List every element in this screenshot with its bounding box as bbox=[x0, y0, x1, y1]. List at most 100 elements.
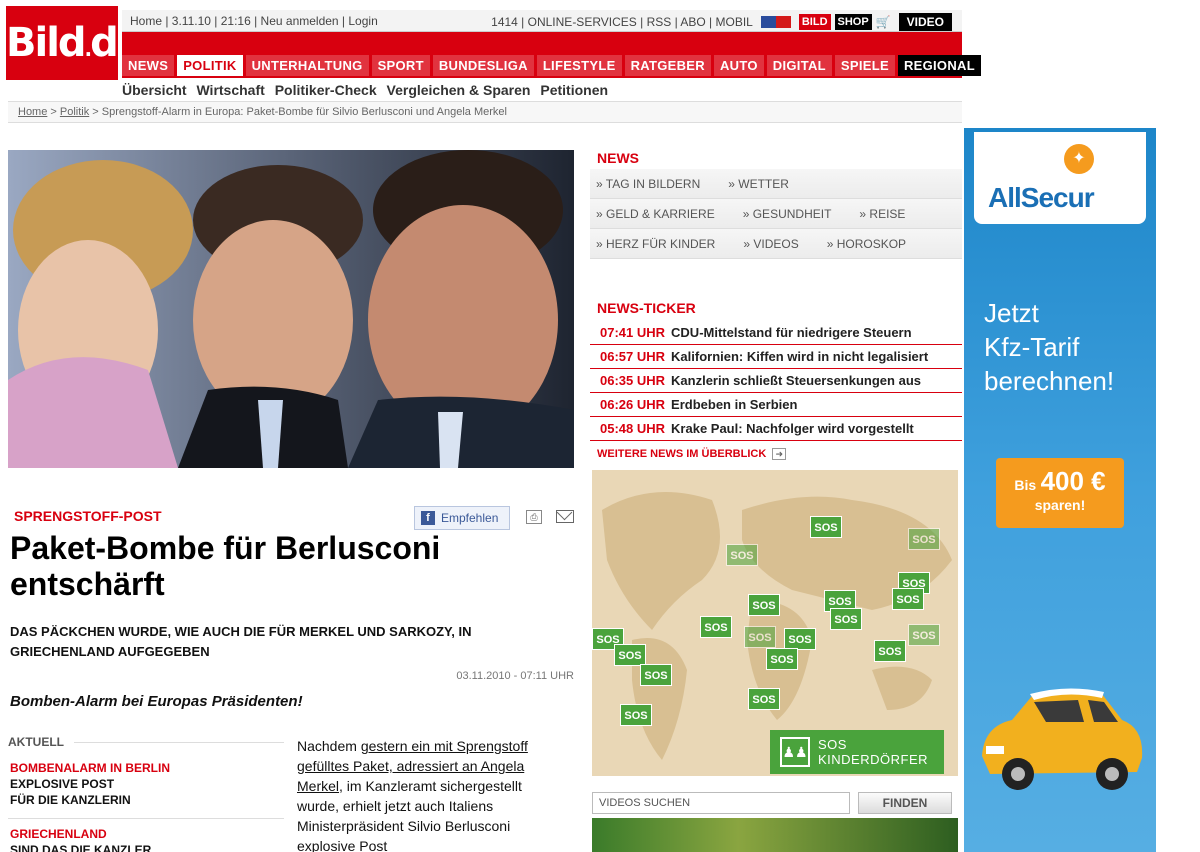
sos-pin: SOS bbox=[908, 624, 940, 646]
like-label: Empfehlen bbox=[441, 511, 499, 525]
arrow-right-icon: ➜ bbox=[772, 448, 787, 460]
sos-pin: SOS bbox=[744, 626, 776, 648]
ad-claim-line: Kfz-Tarif bbox=[984, 332, 1080, 362]
aktuell-divider bbox=[74, 742, 284, 743]
body-text: Nachdem bbox=[297, 738, 361, 754]
promo-amount: 400 € bbox=[1040, 466, 1106, 496]
nav-lifestyle[interactable]: LIFESTYLE bbox=[536, 55, 622, 76]
ad-claim: Jetzt Kfz-Tarif berechnen! bbox=[984, 296, 1144, 398]
topbar-right: 1414 | ONLINE-SERVICES | RSS | ABO | MOB… bbox=[491, 13, 952, 31]
subnav-wirtschaft[interactable]: Wirtschaft bbox=[196, 82, 264, 98]
news-link[interactable]: » GESUNDHEIT bbox=[743, 207, 832, 221]
sos-pin: SOS bbox=[874, 640, 906, 662]
sos-brand-badge[interactable]: ♟♟ SOS KINDERDÖRFER bbox=[770, 730, 944, 774]
subnav-vergleichen[interactable]: Vergleichen & Sparen bbox=[387, 82, 531, 98]
news-link[interactable]: » TAG IN BILDERN bbox=[596, 177, 700, 191]
sos-pin: SOS bbox=[830, 608, 862, 630]
sos-pin: SOS bbox=[700, 616, 732, 638]
allsecur-ad-banner[interactable]: ✦ AllSecur Jetzt Kfz-Tarif berechnen! Bi… bbox=[964, 128, 1156, 852]
facebook-icon: f bbox=[421, 511, 435, 525]
news-link[interactable]: » REISE bbox=[859, 207, 905, 221]
ticker-item[interactable]: 06:26 UHR Erdbeben in Serbien bbox=[590, 393, 962, 417]
topbar-left-links[interactable]: Home | 3.11.10 | 21:16 | Neu anmelden | … bbox=[130, 14, 378, 28]
allsecur-logo-box: ✦ AllSecur bbox=[974, 132, 1146, 224]
sos-pin: SOS bbox=[620, 704, 652, 726]
aktuell-kicker: BOMBENALARM IN BERLIN bbox=[10, 761, 170, 775]
bild-logo[interactable]: Bild.de bbox=[6, 6, 144, 80]
ticker-time: 06:57 UHR bbox=[600, 349, 666, 364]
video-link[interactable]: VIDEO bbox=[898, 13, 952, 31]
print-icon[interactable]: ⎙ bbox=[526, 510, 542, 524]
article-body: Nachdem gestern ein mit Sprengstoff gefü… bbox=[297, 736, 567, 852]
nav-unterhaltung[interactable]: UNTERHALTUNG bbox=[245, 55, 369, 76]
aktuell-divider bbox=[8, 818, 284, 819]
breadcrumb: Home > Politik > Sprengstoff-Alarm in Eu… bbox=[8, 101, 962, 123]
nav-politik[interactable]: POLITIK bbox=[177, 55, 243, 76]
nav-sport[interactable]: SPORT bbox=[371, 55, 430, 76]
breadcrumb-sep: > bbox=[47, 106, 60, 118]
nav-news[interactable]: NEWS bbox=[122, 55, 175, 76]
ticker-item[interactable]: 06:35 UHR Kanzlerin schließt Steuersenku… bbox=[590, 369, 962, 393]
ticker-item[interactable]: 06:57 UHR Kalifornien: Kiffen wird in ni… bbox=[590, 345, 962, 369]
ticker-item[interactable]: 07:41 UHR CDU-Mittelstand für niedrigere… bbox=[590, 321, 962, 345]
ticker-time: 06:26 UHR bbox=[600, 397, 666, 412]
logo-main: Bild bbox=[6, 20, 87, 66]
ticker-text: Erdbeben in Serbien bbox=[671, 397, 798, 412]
article-kicker: SPRENGSTOFF-POST bbox=[14, 508, 162, 524]
bild-shop-red[interactable]: BILD bbox=[798, 14, 831, 30]
news-link[interactable]: » GELD & KARRIERE bbox=[596, 207, 715, 221]
ad-promo-button[interactable]: Bis 400 € sparen! bbox=[996, 458, 1124, 528]
sos-pin: SOS bbox=[614, 644, 646, 666]
ticker-text: Krake Paul: Nachfolger wird vorgestellt bbox=[671, 421, 914, 436]
ticker-item[interactable]: 05:48 UHR Krake Paul: Nachfolger wird vo… bbox=[590, 417, 962, 441]
nav-spiele[interactable]: SPIELE bbox=[834, 55, 895, 76]
topbar-services[interactable]: 1414 | ONLINE-SERVICES | RSS | ABO | MOB… bbox=[491, 15, 753, 29]
sos-pin: SOS bbox=[766, 648, 798, 670]
aktuell-item[interactable]: GRIECHENLAND SIND DAS DIE KANZLER bbox=[10, 826, 280, 852]
bild-shop-black[interactable]: SHOP bbox=[834, 14, 872, 30]
subnav-politiker-check[interactable]: Politiker-Check bbox=[275, 82, 377, 98]
cart-icon[interactable]: 🛒 bbox=[876, 15, 891, 29]
breadcrumb-politik[interactable]: Politik bbox=[60, 106, 89, 118]
video-search-input[interactable]: VIDEOS SUCHEN bbox=[592, 792, 850, 814]
aktuell-title: SIND DAS DIE KANZLER bbox=[10, 843, 152, 852]
news-link[interactable]: » WETTER bbox=[728, 177, 789, 191]
more-news-link[interactable]: WEITERE NEWS IM ÜBERBLICK ➜ bbox=[597, 448, 787, 460]
hero-photo[interactable] bbox=[8, 150, 574, 468]
ticker-text: Kanzlerin schließt Steuersenkungen aus bbox=[671, 373, 921, 388]
nav-auto[interactable]: AUTO bbox=[713, 55, 764, 76]
allsecur-brand: AllSecur bbox=[988, 182, 1095, 213]
nav-bundesliga[interactable]: BUNDESLIGA bbox=[432, 55, 534, 76]
promo-suffix: sparen! bbox=[1034, 497, 1086, 513]
breadcrumb-current: Sprengstoff-Alarm in Europa: Paket-Bombe… bbox=[101, 106, 507, 118]
aktuell-item[interactable]: BOMBENALARM IN BERLIN EXPLOSIVE POST FÜR… bbox=[10, 760, 280, 808]
ticker-text: CDU-Mittelstand für niedrigere Steuern bbox=[671, 325, 912, 340]
facebook-like-button[interactable]: f Empfehlen bbox=[414, 506, 510, 530]
news-link[interactable]: » VIDEOS bbox=[743, 237, 798, 251]
mail-icon[interactable] bbox=[556, 510, 574, 523]
aktuell-label: AKTUELL bbox=[8, 735, 64, 749]
article-headline: Paket-Bombe für Berlusconi entschärft bbox=[10, 530, 441, 602]
subnav-petitionen[interactable]: Petitionen bbox=[540, 82, 608, 98]
flag-icon[interactable] bbox=[760, 16, 791, 28]
sos-pin: SOS bbox=[810, 516, 842, 538]
ticker-text: Kalifornien: Kiffen wird in nicht legali… bbox=[671, 349, 929, 364]
sub-navigation: Übersicht Wirtschaft Politiker-Check Ver… bbox=[122, 82, 614, 98]
subnav-uebersicht[interactable]: Übersicht bbox=[122, 82, 187, 98]
main-navigation: NEWS POLITIK UNTERHALTUNG SPORT BUNDESLI… bbox=[122, 32, 981, 78]
news-row: » GELD & KARRIERE » GESUNDHEIT » REISE bbox=[590, 199, 962, 229]
news-row: » HERZ FÜR KINDER » VIDEOS » HOROSKOP bbox=[590, 229, 962, 259]
hero-photo-illustration bbox=[8, 150, 574, 468]
video-thumbnail[interactable] bbox=[592, 818, 958, 852]
news-link[interactable]: » HOROSKOP bbox=[827, 237, 906, 251]
nav-ratgeber[interactable]: RATGEBER bbox=[624, 55, 711, 76]
aktuell-kicker: GRIECHENLAND bbox=[10, 827, 107, 841]
news-link[interactable]: » HERZ FÜR KINDER bbox=[596, 237, 715, 251]
breadcrumb-home[interactable]: Home bbox=[18, 106, 47, 118]
nav-digital[interactable]: DIGITAL bbox=[766, 55, 832, 76]
sos-pin: SOS bbox=[748, 594, 780, 616]
more-news-label: WEITERE NEWS IM ÜBERBLICK bbox=[597, 448, 767, 460]
sos-pin: SOS bbox=[892, 588, 924, 610]
nav-regional[interactable]: REGIONAL bbox=[897, 55, 981, 76]
video-search-button[interactable]: FINDEN bbox=[858, 792, 952, 814]
